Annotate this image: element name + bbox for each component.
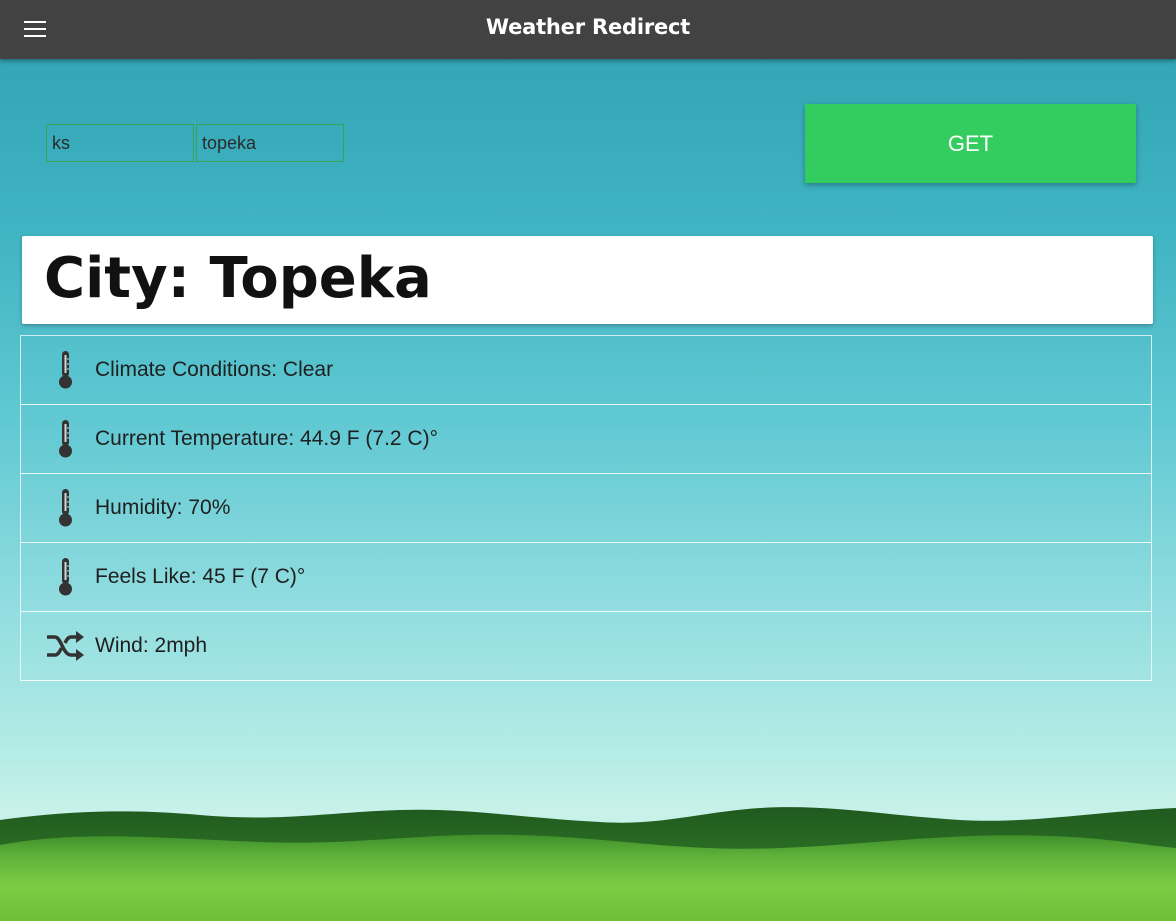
conditions-text: Climate Conditions: Clear xyxy=(95,358,334,381)
list-item-humidity: Humidity: 70% xyxy=(20,474,1152,543)
get-button[interactable]: GET xyxy=(805,104,1136,183)
thermometer-icon xyxy=(59,489,72,527)
city-title: City: Topeka xyxy=(44,246,432,311)
city-input[interactable] xyxy=(196,124,344,162)
thermometer-icon xyxy=(59,420,72,458)
humidity-text: Humidity: 70% xyxy=(95,496,231,519)
city-card: City: Topeka xyxy=(22,236,1153,324)
app-title: Weather Redirect xyxy=(485,15,691,39)
weather-info-list: Climate Conditions: Clear Current Temper… xyxy=(20,335,1152,681)
shuffle-icon xyxy=(47,631,84,661)
app-bar: Weather Redirect xyxy=(0,0,1176,59)
current-temperature-text: Current Temperature: 44.9 F (7.2 C)° xyxy=(95,427,438,450)
thermometer-icon xyxy=(59,558,72,596)
state-input[interactable] xyxy=(46,124,194,162)
thermometer-icon xyxy=(59,351,72,389)
feels-like-text: Feels Like: 45 F (7 C)° xyxy=(95,565,306,588)
list-item-current-temperature: Current Temperature: 44.9 F (7.2 C)° xyxy=(20,405,1152,474)
list-item-conditions: Climate Conditions: Clear xyxy=(20,336,1152,405)
app-page: Weather Redirect GET City: Topeka Climat… xyxy=(0,0,1176,921)
list-item-feels-like: Feels Like: 45 F (7 C)° xyxy=(20,543,1152,612)
wind-text: Wind: 2mph xyxy=(95,634,208,657)
list-item-wind: Wind: 2mph xyxy=(20,612,1152,681)
